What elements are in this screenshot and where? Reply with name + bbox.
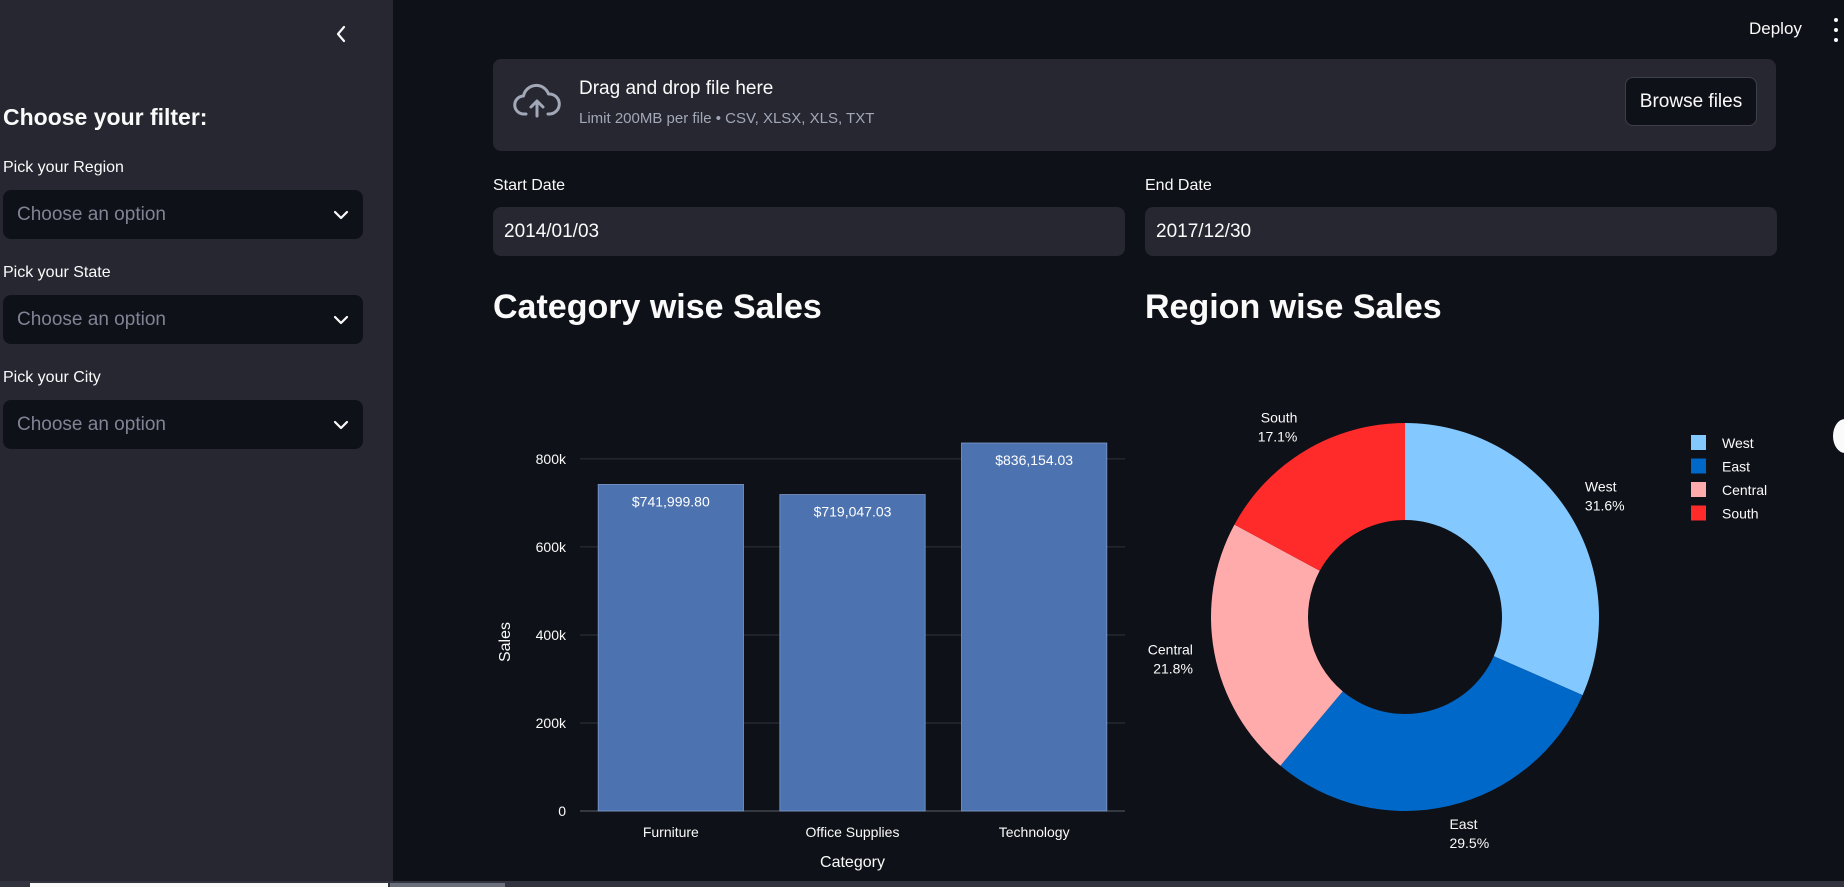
slice-percent: 31.6% (1585, 498, 1625, 514)
legend-label: West (1722, 435, 1754, 451)
legend-label: East (1722, 459, 1750, 475)
slice-label: East (1449, 816, 1477, 832)
legend-swatch (1691, 482, 1706, 497)
slice-label: West (1585, 479, 1617, 495)
legend-label: South (1722, 506, 1759, 522)
region-donut-chart: West 31.6% East 29.5% Central 21.8% South 17.1%… (1148, 409, 1767, 851)
slice-percent: 29.5% (1449, 835, 1489, 851)
slice-percent: 21.8% (1153, 661, 1193, 677)
legend-swatch (1691, 505, 1706, 521)
bottom-scrollbar[interactable] (0, 881, 1844, 887)
slice-label: South (1261, 409, 1298, 425)
donut-slice-west (1405, 423, 1599, 696)
legend-swatch (1691, 458, 1706, 474)
legend-label: Central (1722, 482, 1767, 498)
slice-percent: 17.1% (1258, 428, 1298, 444)
legend-swatch (1691, 435, 1706, 450)
slice-label: Central (1148, 642, 1193, 658)
